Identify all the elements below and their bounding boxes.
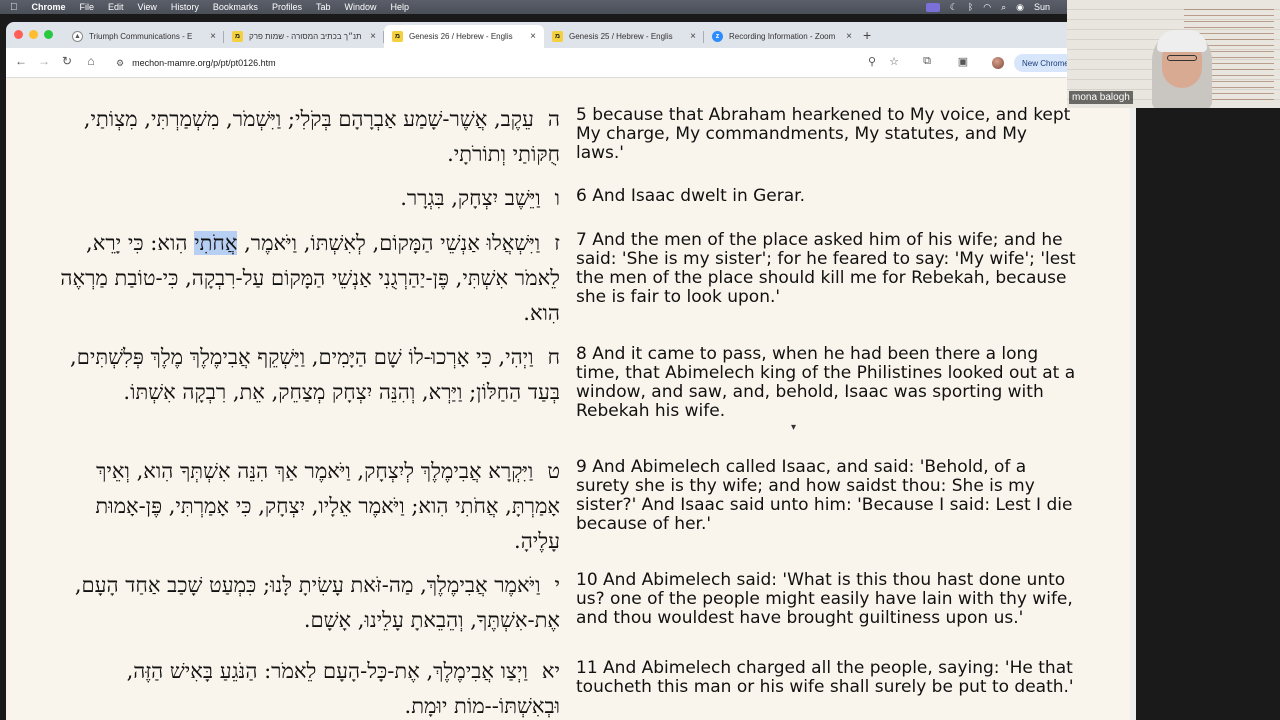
close-tab-icon[interactable]: × <box>210 31 216 42</box>
close-tab-icon[interactable]: × <box>370 31 376 42</box>
hebrew-verse: יאוַיְצַו אֲבִימֶלֶךְ, אֶת-כָּל-הָעָם לֵ… <box>60 654 560 720</box>
hebrew-text: וַיֹּאמֶר אֲבִימֶלֶךְ, מַה-זֹּאת עָשִׂית… <box>74 573 560 632</box>
wifi-icon[interactable]: ◠ <box>983 2 991 13</box>
verse-number: ז <box>554 231 560 255</box>
tab-title: Triumph Communications - E <box>89 32 193 41</box>
zoom-magnifier-icon[interactable]: ⚲ <box>864 55 880 68</box>
english-verse: 8 And it came to pass, when he had been … <box>576 344 1076 421</box>
selected-word[interactable]: אֲחֹתִי <box>194 231 238 255</box>
extensions-puzzle-icon[interactable]: ⧉ <box>919 55 935 68</box>
hebrew-text: וַיִּקְרָא אֲבִימֶלֶךְ לְיִצְחָק, וַיֹּא… <box>95 459 560 553</box>
verse-number: ח <box>547 345 560 369</box>
site-info-icon[interactable]: ⚙ <box>116 58 124 69</box>
english-verse: 5 because that Abraham hearkened to My v… <box>576 105 1071 163</box>
back-arrow-icon[interactable]: ← <box>12 54 30 68</box>
mouse-cursor-icon: ▾ <box>791 422 797 433</box>
tab-triumph[interactable]: ▲ Triumph Communications - E × <box>64 25 224 48</box>
new-tab-plus-icon[interactable]: + <box>863 27 871 43</box>
hebrew-verse: ז וַיִּשְׁאֲלוּ אַנְשֵׁי הַמָּקוֹם, לְאִש… <box>60 226 560 331</box>
tab-exodus-hebrew[interactable]: מ תנ״ך בכתיב המסורה - שמות פרק × <box>224 25 384 48</box>
bookmark-star-icon[interactable]: ☆ <box>886 55 902 68</box>
page-scrollbar[interactable] <box>1130 78 1136 720</box>
verse-number: ו <box>554 186 560 210</box>
menu-profiles[interactable]: Profiles <box>272 2 302 12</box>
url-text[interactable]: mechon-mamre.org/p/pt/pt0126.htm <box>132 58 276 68</box>
zoom-icon: z <box>712 31 723 42</box>
close-tab-icon[interactable]: × <box>846 31 852 42</box>
english-verse: 7 And the men of the place asked him of … <box>576 230 1076 307</box>
address-bar[interactable]: ⚙ mechon-mamre.org/p/pt/pt0126.htm <box>106 52 896 74</box>
side-panel-icon[interactable]: ▣ <box>955 55 971 68</box>
forward-arrow-icon[interactable]: → <box>35 54 53 68</box>
profile-avatar[interactable] <box>992 57 1004 69</box>
hebrew-verse: חוַיְהִי, כִּי אָרְכוּ-לוֹ שָׁם הַיָּמִי… <box>60 340 560 410</box>
reload-icon[interactable]: ↻ <box>58 54 76 68</box>
close-window-button[interactable] <box>14 30 23 39</box>
fullscreen-window-button[interactable] <box>44 30 53 39</box>
status-area: ☾ ᛒ ◠ ⌕ ◉ Sun <box>925 0 1050 14</box>
menu-clock[interactable]: Sun <box>1034 2 1050 12</box>
tab-title: Recording Information - Zoom <box>729 32 836 41</box>
tab-genesis-25[interactable]: מ Genesis 25 / Hebrew - Englis × <box>544 25 704 48</box>
minimize-window-button[interactable] <box>29 30 38 39</box>
menu-file[interactable]: File <box>80 2 95 12</box>
home-icon[interactable]: ⌂ <box>82 54 100 68</box>
browser-window: ▲ Triumph Communications - E × מ תנ״ך בכ… <box>6 22 1136 720</box>
tab-title: Genesis 25 / Hebrew - Englis <box>569 32 673 41</box>
hebrew-verse: ו וַיֵּשֶׁב יִצְחָק, בִּגְרָר. <box>60 181 560 216</box>
participant-hair <box>1157 30 1207 52</box>
hebrew-text: וַיְהִי, כִּי אָרְכוּ-לוֹ שָׁם הַיָּמִים… <box>70 345 560 404</box>
spotlight-search-icon[interactable]: ⌕ <box>1001 2 1006 13</box>
participant-name-label: mona balogh <box>1069 91 1133 104</box>
close-tab-icon[interactable]: × <box>530 31 536 42</box>
tab-genesis-26[interactable]: מ Genesis 26 / Hebrew - Englis × <box>384 25 544 48</box>
mechon-mamre-icon: מ <box>232 31 243 42</box>
menu-window[interactable]: Window <box>344 2 376 12</box>
mechon-mamre-icon: מ <box>552 31 563 42</box>
triangle-logo-icon: ▲ <box>72 31 83 42</box>
menu-help[interactable]: Help <box>390 2 409 12</box>
verse-number: י <box>554 573 560 597</box>
tab-title: Genesis 26 / Hebrew - Englis <box>409 32 513 41</box>
night-mode-icon[interactable]: ☾ <box>950 2 958 13</box>
verse-number: ט <box>547 459 560 483</box>
mechon-mamre-icon: מ <box>392 31 403 42</box>
english-verse: 9 And Abimelech called Isaac, and said: … <box>576 457 1073 534</box>
hebrew-verse: העֵקֶב, אֲשֶׁר-שָׁמַע אַבְרָהָם בְּקֹלִי… <box>60 102 560 172</box>
hebrew-text: וַיִּשְׁאֲלוּ אַנְשֵׁי הַמָּקוֹם, לְאִשְ… <box>237 231 541 255</box>
tab-zoom-recording[interactable]: z Recording Information - Zoom × <box>704 25 860 48</box>
hebrew-text: וַיֵּשֶׁב יִצְחָק, בִּגְרָר. <box>400 186 541 210</box>
zoom-status-icon[interactable] <box>925 2 940 12</box>
hebrew-verse: יוַיֹּאמֶר אֲבִימֶלֶךְ, מַה-זֹּאת עָשִׂי… <box>60 568 560 638</box>
control-center-icon[interactable]: ◉ <box>1016 2 1024 13</box>
tab-title: תנ״ך בכתיב המסורה - שמות פרק <box>249 32 362 41</box>
english-verse: 10 And Abimelech said: 'What is this tho… <box>576 570 1073 628</box>
hebrew-text: עֵקֶב, אֲשֶׁר-שָׁמַע אַבְרָהָם בְּקֹלִי;… <box>83 107 560 166</box>
menu-history[interactable]: History <box>171 2 199 12</box>
hebrew-verse: טוַיִּקְרָא אֲבִימֶלֶךְ לְיִצְחָק, וַיֹּ… <box>60 454 560 559</box>
menu-edit[interactable]: Edit <box>108 2 124 12</box>
english-verse: 6 And Isaac dwelt in Gerar. <box>576 186 805 206</box>
hebrew-text: וַיְצַו אֲבִימֶלֶךְ, אֶת-כָּל-הָעָם לֵאמ… <box>126 659 560 718</box>
participant-glasses <box>1167 55 1197 61</box>
verse-number: יא <box>541 659 560 683</box>
zoom-video-tile[interactable]: mona balogh <box>1067 0 1280 108</box>
browser-toolbar: ← → ↻ ⌂ ⚙ mechon-mamre.org/p/pt/pt0126.h… <box>6 48 1136 78</box>
page-content: העֵקֶב, אֲשֶׁר-שָׁמַע אַבְרָהָם בְּקֹלִי… <box>6 78 1136 720</box>
english-verse: 11 And Abimelech charged all the people,… <box>576 658 1074 697</box>
menu-tab[interactable]: Tab <box>316 2 331 12</box>
apple-menu-icon[interactable]:  <box>10 2 18 13</box>
verse-number: ה <box>547 107 560 131</box>
tab-strip: ▲ Triumph Communications - E × מ תנ״ך בכ… <box>6 22 1136 48</box>
menu-view[interactable]: View <box>138 2 157 12</box>
close-tab-icon[interactable]: × <box>690 31 696 42</box>
window-controls <box>14 30 53 39</box>
menu-bookmarks[interactable]: Bookmarks <box>213 2 258 12</box>
app-menu[interactable]: Chrome <box>32 2 66 12</box>
bluetooth-icon[interactable]: ᛒ <box>968 2 973 12</box>
